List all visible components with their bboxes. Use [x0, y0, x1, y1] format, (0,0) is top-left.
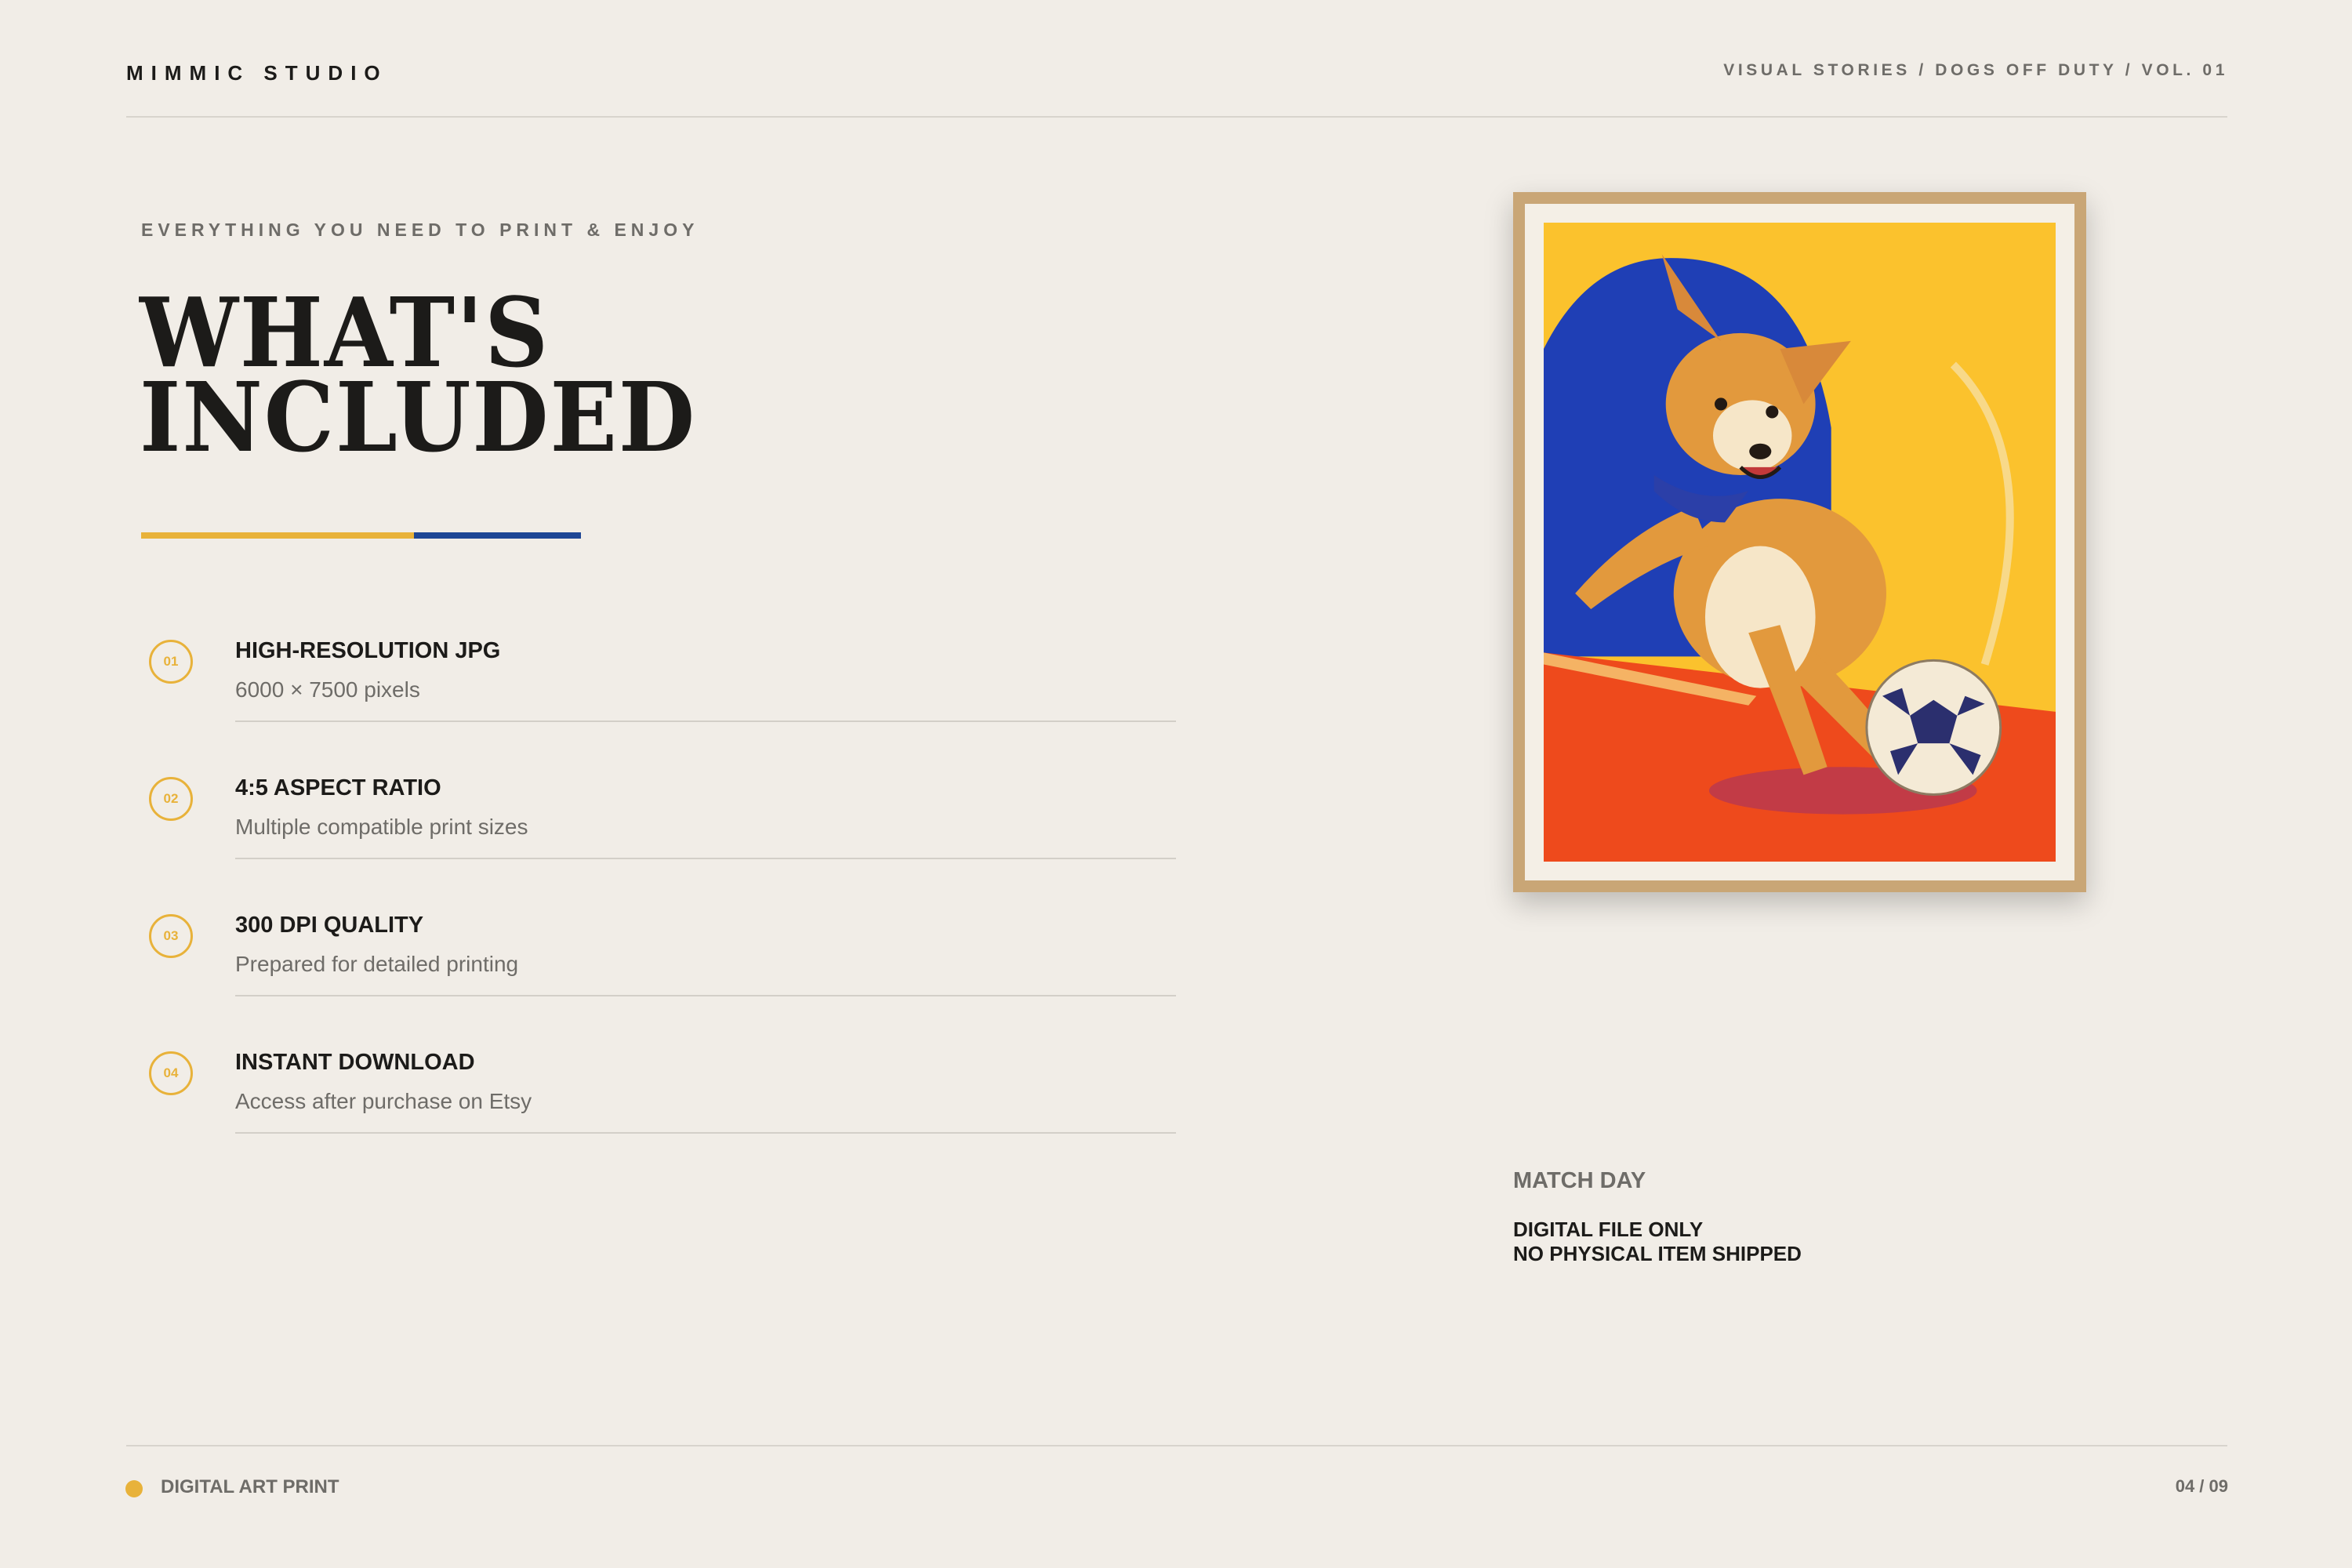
page-title: WHAT'S INCLUDED [140, 285, 697, 474]
framed-artwork [1513, 192, 2086, 892]
shipping-notice-line-1: DIGITAL FILE ONLY [1513, 1218, 1704, 1241]
feature-divider [235, 858, 1176, 859]
feature-number-badge: 01 [149, 640, 193, 684]
feature-item: 03 300 DPI QUALITY Prepared for detailed… [141, 894, 1176, 1031]
feature-description: Access after purchase on Etsy [235, 1089, 532, 1113]
shipping-notice: DIGITAL FILE ONLY NO PHYSICAL ITEM SHIPP… [1513, 1218, 1802, 1266]
accent-bar-blue [414, 532, 581, 539]
corgi-illustration [1544, 223, 2056, 862]
feature-description: Multiple compatible print sizes [235, 815, 528, 839]
feature-divider [235, 1132, 1176, 1134]
page-counter: 04 / 09 [2175, 1476, 2228, 1496]
feature-description: Prepared for detailed printing [235, 952, 519, 976]
feature-item: 01 HIGH-RESOLUTION JPG 6000 × 7500 pixel… [141, 619, 1176, 757]
feature-title: 4:5 ASPECT RATIO [235, 775, 441, 800]
feature-title: 300 DPI QUALITY [235, 913, 424, 938]
feature-list: 01 HIGH-RESOLUTION JPG 6000 × 7500 pixel… [141, 619, 1176, 1168]
corgi-artwork-image [1544, 223, 2056, 862]
feature-divider [235, 995, 1176, 996]
feature-title: INSTANT DOWNLOAD [235, 1050, 475, 1075]
accent-bar-yellow [141, 532, 414, 539]
page-title-line-2: INCLUDED [140, 361, 697, 474]
feature-title: HIGH-RESOLUTION JPG [235, 638, 501, 663]
feature-number-badge: 02 [149, 777, 193, 821]
footer-divider [126, 1445, 2227, 1446]
header-divider [126, 116, 2227, 118]
feature-item: 02 4:5 ASPECT RATIO Multiple compatible … [141, 757, 1176, 894]
feature-description: 6000 × 7500 pixels [235, 677, 420, 702]
feature-item: 04 INSTANT DOWNLOAD Access after purchas… [141, 1031, 1176, 1168]
brand-name: MIMMIC STUDIO [126, 61, 388, 85]
artwork-title: MATCH DAY [1513, 1168, 1646, 1193]
status-dot-icon [125, 1480, 143, 1497]
breadcrumb: VISUAL STORIES / DOGS OFF DUTY / VOL. 01 [1723, 61, 2228, 79]
artwork-mat [1525, 204, 2074, 880]
footer-label: DIGITAL ART PRINT [161, 1476, 339, 1497]
shipping-notice-line-2: NO PHYSICAL ITEM SHIPPED [1513, 1242, 1802, 1265]
feature-number-badge: 03 [149, 914, 193, 958]
feature-number-badge: 04 [149, 1051, 193, 1095]
section-eyebrow: EVERYTHING YOU NEED TO PRINT & ENJOY [141, 220, 699, 240]
feature-divider [235, 720, 1176, 722]
